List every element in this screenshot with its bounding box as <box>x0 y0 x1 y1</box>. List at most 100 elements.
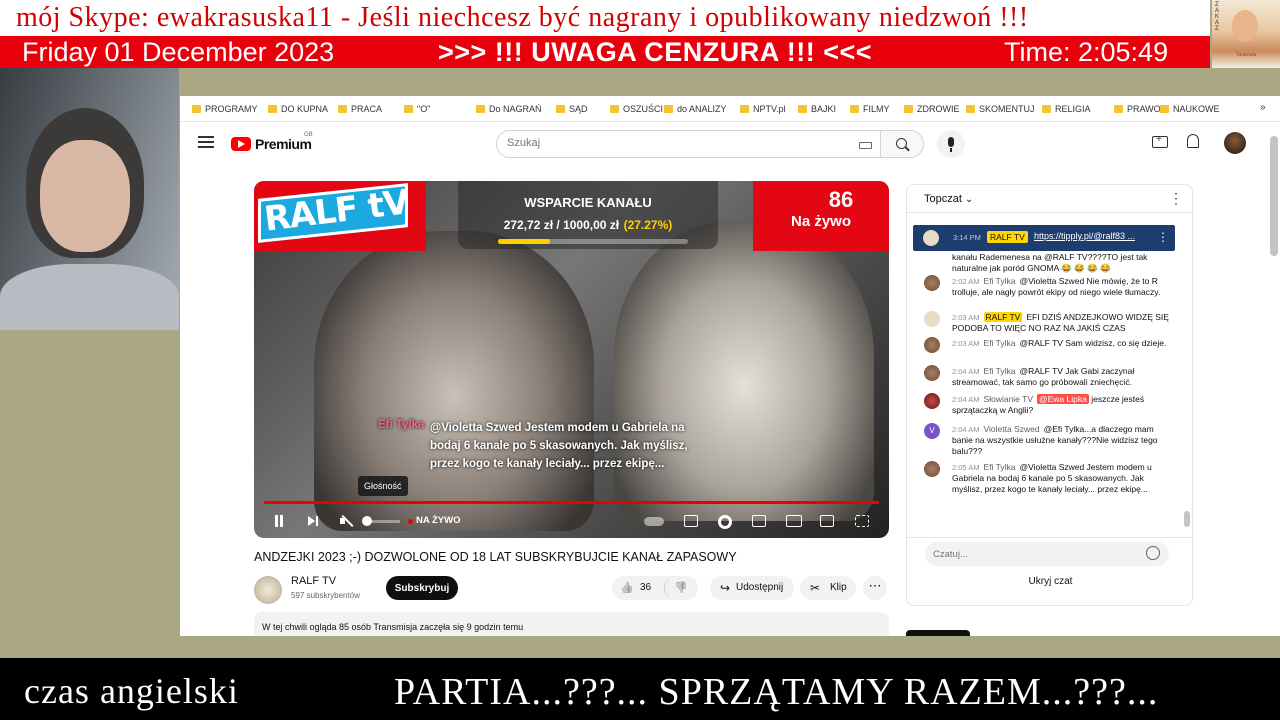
share-button[interactable]: Udostępnij <box>710 576 794 600</box>
chat-message-author[interactable]: Efi Tylka <box>984 366 1016 376</box>
bookmark-item[interactable]: NAUKOWE <box>1160 104 1220 114</box>
folder-icon <box>556 105 565 113</box>
more-actions-button[interactable]: ⋯ <box>863 576 887 600</box>
bottom-ticker: czas angielski PARTIA...???... SPRZĄTAMY… <box>0 658 1280 720</box>
banner-clock: Time: 2:05:49 <box>1004 37 1169 67</box>
bookmark-item[interactable]: SĄD <box>556 104 588 114</box>
live-status-label[interactable]: NA ŻYWO <box>416 515 461 526</box>
bookmark-item[interactable]: PROGRAMY <box>192 104 258 114</box>
bookmark-item[interactable]: RELIGIA <box>1042 104 1091 114</box>
chat-message-body: 2:03 AM Efi Tylka @RALF TV Sam widzisz, co… <box>952 338 1174 349</box>
keyboard-icon[interactable] <box>859 142 872 149</box>
settings-gear-icon[interactable] <box>718 515 732 529</box>
chat-message-author[interactable]: Efi Tylka <box>984 462 1016 472</box>
search-button[interactable] <box>880 130 924 158</box>
live-dot-icon <box>408 519 413 524</box>
bookmark-item[interactable]: ZDROWIE <box>904 104 960 114</box>
notifications-bell-icon[interactable] <box>1187 134 1199 148</box>
channel-avatar[interactable] <box>254 576 282 604</box>
youtube-premium-label[interactable]: Premium <box>255 136 312 152</box>
chat-author-avatar[interactable] <box>924 275 940 291</box>
video-description[interactable]: W tej chwili ogląda 85 osób Transmisja z… <box>254 612 889 636</box>
volume-slider-knob[interactable] <box>362 516 372 526</box>
subscribe-button[interactable]: Subskrybuj <box>386 576 458 600</box>
channel-logo-text: RALF tV <box>262 182 411 240</box>
chat-author-avatar[interactable] <box>924 365 940 381</box>
cast-icon[interactable] <box>820 515 834 527</box>
bookmark-item[interactable]: DO KUPNA <box>268 104 328 114</box>
bookmark-item[interactable]: "O" <box>404 104 430 114</box>
webcam-feed <box>0 68 179 330</box>
pinned-message-time: 3:14 PM <box>953 233 981 242</box>
chat-message-body: 2:04 AM Słowianie TV @Ewa Lipka jeszcze je… <box>952 394 1174 416</box>
pause-icon[interactable] <box>272 514 286 528</box>
emoji-icon[interactable] <box>1146 546 1160 560</box>
top-banner-date-bar: Friday 01 December 2023 >>> !!! UWAGA CE… <box>0 36 1210 68</box>
chat-scrollbar[interactable] <box>1184 511 1190 527</box>
create-video-icon[interactable] <box>1152 134 1168 148</box>
hamburger-menu-icon[interactable] <box>198 136 214 148</box>
bookmark-item[interactable]: do ANALIZY <box>664 104 727 114</box>
bookmark-item[interactable]: PRAWO <box>1114 104 1161 114</box>
autoplay-toggle[interactable] <box>644 517 664 526</box>
live-progress-bar[interactable] <box>264 501 879 504</box>
pinned-message-link[interactable]: https://tipply.pl/@ralf83 ... <box>1034 231 1135 241</box>
folder-icon <box>850 105 859 113</box>
chat-message-time: 2:04 AM <box>952 425 980 434</box>
corner-photo-face <box>1232 10 1258 42</box>
chat-author-avatar[interactable] <box>924 311 940 327</box>
pinned-message-menu-icon[interactable]: ⋮ <box>1157 230 1169 244</box>
folder-icon <box>404 105 413 113</box>
banner-warning: >>> !!! UWAGA CENZURA !!! <<< <box>438 37 873 67</box>
chat-message-list[interactable]: kanału Rademenesa na @RALF TV????TO jest… <box>907 251 1192 537</box>
user-avatar[interactable] <box>1224 132 1246 154</box>
chat-message-author[interactable]: Słowianie TV <box>984 394 1033 404</box>
search-input[interactable] <box>507 137 847 149</box>
chat-message-author[interactable]: Violetta Szwed <box>984 424 1040 434</box>
next-icon[interactable] <box>306 514 320 528</box>
chat-message-author[interactable]: RALF TV <box>983 312 1023 322</box>
related-tab-chip[interactable] <box>906 630 970 636</box>
bookmark-item[interactable]: NPTV.pl <box>740 104 786 114</box>
bookmark-item[interactable]: BAJKI <box>798 104 836 114</box>
chat-message-author[interactable]: Efi Tylka <box>984 338 1016 348</box>
bookmarks-overflow-icon[interactable]: » <box>1260 102 1266 113</box>
dislike-button[interactable] <box>664 576 698 600</box>
chat-author-avatar[interactable]: V <box>924 423 940 439</box>
chat-author-avatar[interactable] <box>924 393 940 409</box>
bookmark-label: OSZUŚCI <box>623 104 664 114</box>
overlay-chat-author: Efi Tylka <box>378 419 425 431</box>
video-artwork-left <box>314 231 594 531</box>
fullscreen-icon[interactable] <box>855 515 869 527</box>
search-box[interactable] <box>496 130 881 158</box>
chat-mode-dropdown[interactable]: Topczat <box>924 193 973 205</box>
bookmark-item[interactable]: OSZUŚCI <box>610 104 663 114</box>
chat-message-author[interactable]: Efi Tylka <box>984 276 1016 286</box>
chat-input[interactable] <box>925 542 1169 566</box>
bookmark-label: do ANALIZY <box>677 104 727 114</box>
bookmark-item[interactable]: FILMY <box>850 104 890 114</box>
microphone-icon[interactable] <box>937 130 965 158</box>
pinned-message[interactable]: 3:14 PM RALF TV https://tipply.pl/@ralf8… <box>913 225 1175 251</box>
banner-date: Friday 01 December 2023 <box>22 37 335 67</box>
chat-menu-icon[interactable]: ⋮ <box>1169 190 1183 207</box>
clip-button[interactable]: Klip <box>800 576 856 600</box>
theater-mode-icon[interactable] <box>786 515 802 527</box>
youtube-logo-icon[interactable] <box>231 137 251 151</box>
bookmark-item[interactable]: SKOMENTUJ <box>966 104 1035 114</box>
video-player[interactable]: RALF tV WSPARCIE KANAŁU 272,72 zł / 1000… <box>254 181 889 538</box>
subtitles-icon[interactable] <box>684 515 698 527</box>
folder-icon <box>476 105 485 113</box>
chat-author-avatar[interactable] <box>924 461 940 477</box>
like-button[interactable]: 36 <box>612 576 664 600</box>
support-goal-title: WSPARCIE KANAŁU <box>524 195 652 210</box>
miniplayer-icon[interactable] <box>752 515 766 527</box>
page-scrollbar[interactable] <box>1270 136 1278 256</box>
chat-author-avatar[interactable] <box>924 337 940 353</box>
mute-icon[interactable] <box>340 514 354 528</box>
hide-chat-button[interactable]: Ukryj czat <box>907 576 1192 587</box>
bookmark-item[interactable]: PRACA <box>338 104 382 114</box>
channel-name[interactable]: RALF TV <box>291 575 336 587</box>
bookmark-item[interactable]: Do NAGRAŃ <box>476 104 542 114</box>
folder-icon <box>1114 105 1123 113</box>
